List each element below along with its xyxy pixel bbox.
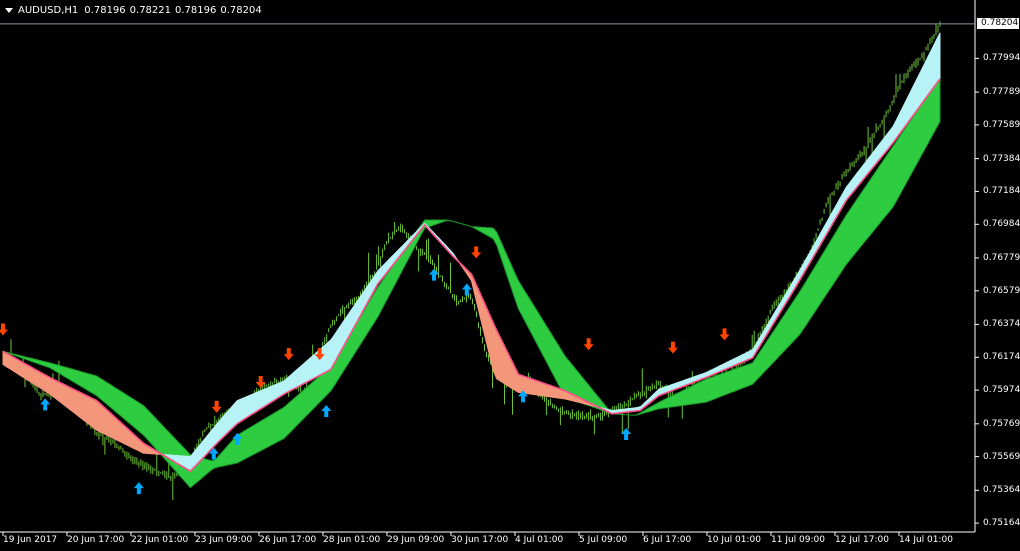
time-tick-label: 10 Jul 01:00 [707, 535, 761, 545]
chart-title-bar: AUDUSD,H1 0.78196 0.78221 0.78196 0.7820… [4, 3, 266, 17]
time-tick-label: 6 Jul 17:00 [643, 535, 692, 545]
time-tick-label: 11 Jul 09:00 [771, 535, 825, 545]
buy-arrow-icon [429, 268, 440, 281]
time-tick-label: 19 Jun 2017 [3, 535, 58, 545]
price-tick-label: 0.77184 [983, 186, 1020, 197]
price-tick-label: 0.76984 [983, 219, 1020, 230]
time-tick-label: 5 Jul 09:00 [579, 535, 628, 545]
chart-window[interactable]: AUDUSD,H1 0.78196 0.78221 0.78196 0.7820… [0, 0, 1020, 551]
sell-arrow-icon [583, 338, 594, 351]
price-tick-label: 0.76579 [983, 285, 1020, 296]
buy-arrow-icon [321, 404, 332, 417]
price-tick-label: 0.76174 [983, 352, 1020, 363]
price-tick-label: 0.75974 [983, 385, 1020, 396]
price-tick-label: 0.75364 [983, 485, 1020, 496]
time-tick-label: 23 Jun 09:00 [195, 535, 253, 545]
low-price-label: 0.78196 [175, 4, 217, 16]
price-tick-label: 0.77589 [983, 119, 1020, 130]
sell-arrow-icon [255, 376, 266, 389]
time-tick-label: 28 Jun 01:00 [323, 535, 381, 545]
price-chart-canvas[interactable] [0, 0, 1020, 551]
buy-arrow-icon [461, 283, 472, 296]
close-price-label: 0.78204 [220, 4, 262, 16]
price-tick-label: 0.77789 [983, 87, 1020, 98]
time-tick-label: 29 Jun 09:00 [387, 535, 445, 545]
open-price-label: 0.78196 [84, 4, 126, 16]
price-tick-label: 0.76779 [983, 252, 1020, 263]
time-tick-label: 20 Jun 17:00 [67, 535, 125, 545]
time-tick-label: 4 Jul 01:00 [515, 535, 564, 545]
triangle-down-icon[interactable] [5, 7, 13, 13]
price-tick-label: 0.77384 [983, 153, 1020, 164]
time-tick-label: 12 Jul 17:00 [835, 535, 889, 545]
price-tick-label: 0.75769 [983, 418, 1020, 429]
price-tick-label: 0.75569 [983, 451, 1020, 462]
symbol-label: AUDUSD,H1 [18, 4, 79, 16]
time-tick-label: 14 Jul 01:00 [899, 535, 953, 545]
price-tick-label: 0.77994 [983, 53, 1020, 64]
high-price-label: 0.78221 [129, 4, 172, 16]
sell-arrow-icon [667, 341, 678, 354]
sell-arrow-icon [471, 246, 482, 259]
time-tick-label: 30 Jun 17:00 [451, 535, 509, 545]
sell-arrow-icon [0, 323, 8, 336]
time-tick-label: 26 Jun 17:00 [259, 535, 317, 545]
current-price-tag: 0.78204 [977, 18, 1019, 30]
buy-arrow-icon [40, 398, 51, 411]
price-tick-label: 0.75164 [983, 518, 1020, 529]
sell-arrow-icon [719, 328, 730, 341]
sell-arrow-icon [211, 400, 222, 413]
time-tick-label: 22 Jun 01:00 [131, 535, 189, 545]
price-tick-label: 0.76374 [983, 319, 1020, 330]
sell-arrow-icon [283, 348, 294, 361]
buy-arrow-icon [133, 482, 144, 495]
